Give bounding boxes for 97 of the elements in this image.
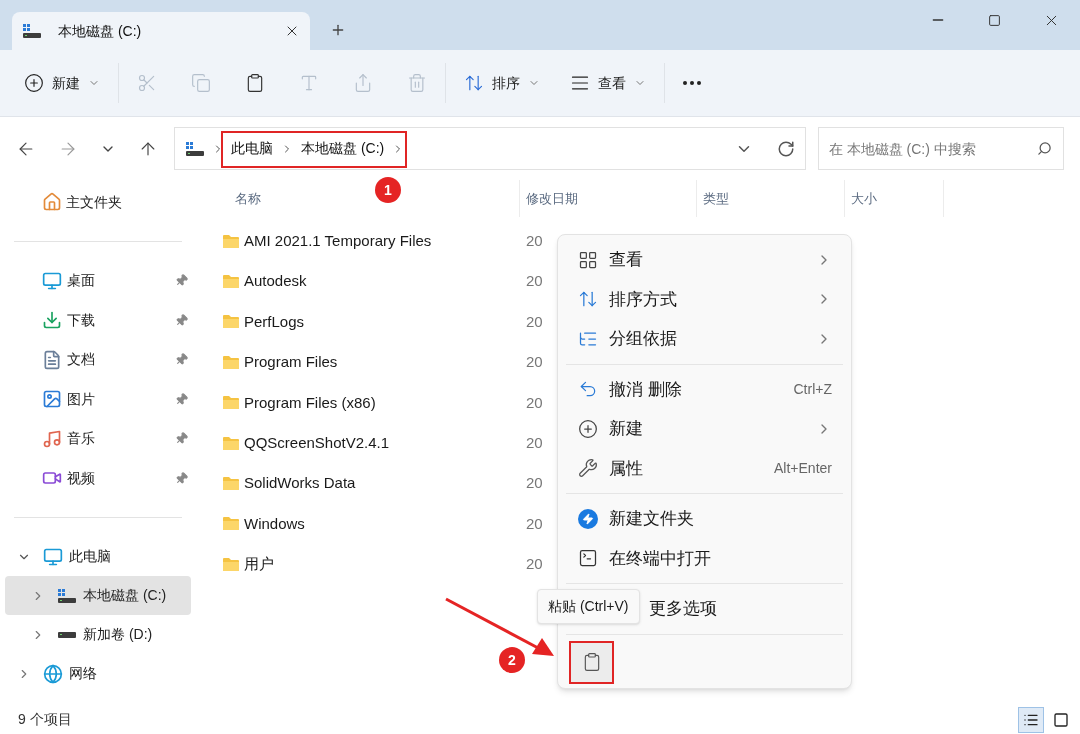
item-count: 9 个项目 (18, 710, 72, 729)
menu-item[interactable]: 属性 Alt+Enter (563, 448, 846, 488)
download-icon (42, 310, 62, 331)
menu-item[interactable]: 新建文件夹 (563, 499, 846, 539)
date-cell-text: 20 (525, 271, 543, 292)
file-row[interactable]: Program Files (220, 351, 520, 374)
tooltip: 粘贴 (Ctrl+V) (537, 589, 640, 624)
add-icon (24, 73, 44, 93)
new-button[interactable]: 新建 (16, 65, 108, 101)
sort-button[interactable]: 排序 (456, 65, 548, 101)
search-icon[interactable] (1037, 141, 1052, 156)
sort-icon (464, 73, 484, 93)
sidebar-item[interactable]: 文档 (0, 340, 196, 380)
folder-icon (222, 476, 240, 492)
file-row[interactable]: Program Files (x86) (220, 391, 520, 414)
trash-icon (407, 73, 427, 93)
date-cell-text: 20 (525, 230, 543, 251)
document-icon (42, 349, 62, 370)
folder-icon (222, 395, 240, 411)
details-view-button[interactable] (1018, 706, 1044, 733)
file-row[interactable]: AMI 2021.1 Temporary Files (220, 229, 520, 253)
folder-icon (222, 516, 240, 532)
terminal-icon (578, 548, 598, 569)
sidebar-item[interactable]: 音乐 (0, 419, 196, 459)
drive-icon (185, 140, 205, 157)
refresh-icon[interactable] (776, 139, 795, 158)
tree-item[interactable]: 此电脑 (5, 537, 191, 576)
date-cell-text: 20 (525, 311, 543, 332)
file-row[interactable]: SolidWorks Data (220, 472, 520, 495)
column-header[interactable]: 大小 (845, 180, 944, 217)
search-field[interactable]: 在 本地磁盘 (C:) 中搜索 (817, 127, 1064, 170)
menu-item[interactable]: 查看 (563, 240, 846, 280)
sidebar-item[interactable]: 桌面 (0, 261, 196, 301)
address-bar[interactable]: 此电脑 本地磁盘 (C:) (174, 127, 806, 170)
breadcrumb-item[interactable]: 本地磁盘 (C:) (301, 138, 385, 159)
drive-icon (22, 23, 42, 39)
file-row[interactable]: 用户 (220, 553, 520, 576)
date-cell-text: 20 (525, 513, 543, 534)
tab[interactable]: 本地磁盘 (C:) (12, 12, 310, 50)
menu-item[interactable]: 分组依据 (563, 319, 846, 359)
annotation-badge: 2 (499, 647, 525, 673)
date-cell-text: 20 (525, 352, 543, 373)
file-row[interactable]: PerfLogs (220, 310, 520, 334)
wrench-icon (578, 458, 598, 479)
add-icon (578, 418, 598, 439)
column-header[interactable]: 类型 (697, 180, 845, 217)
scissors-icon (137, 73, 157, 93)
file-row[interactable]: QQScreenShotV2.4.1 (220, 431, 520, 455)
date-cell-text: 20 (525, 473, 543, 494)
menu-item[interactable]: 排序方式 (563, 279, 846, 319)
date-cell-text: 20 (525, 432, 543, 453)
file-row[interactable]: Autodesk (220, 270, 520, 293)
sidebar-item[interactable]: 下载 (0, 300, 196, 340)
column-header[interactable]: 修改日期 (520, 180, 697, 217)
shortcut-label: Alt+Enter (774, 458, 832, 478)
menu-item[interactable]: 新建 (563, 409, 846, 449)
lightning-icon (578, 508, 598, 529)
sidebar-item[interactable]: 视频 (0, 458, 196, 498)
music-icon (42, 428, 62, 449)
sidebar-item[interactable]: 图片 (0, 379, 196, 419)
paste-button[interactable] (571, 642, 612, 682)
view-button[interactable]: 查看 (562, 65, 654, 101)
sidebar-item[interactable]: 主文件夹 (0, 182, 196, 222)
tree-item[interactable]: 本地磁盘 (C:) (5, 576, 191, 615)
folder-icon (222, 274, 240, 290)
image-icon (42, 389, 62, 410)
annotation-badge: 1 (375, 177, 401, 203)
maximize-icon[interactable] (988, 14, 1001, 27)
breadcrumb-item[interactable]: 此电脑 (231, 138, 273, 159)
home-icon (42, 192, 62, 212)
new-tab-icon[interactable] (330, 22, 346, 38)
date-cell-text: 20 (525, 392, 543, 413)
date-cell-text: 20 (525, 554, 543, 575)
share-icon (353, 73, 373, 93)
copy-icon (191, 73, 211, 93)
monitor-icon (42, 270, 62, 291)
menu-item[interactable]: 撤消 删除 Ctrl+Z (563, 369, 846, 409)
menu-item[interactable]: 在终端中打开 (563, 538, 846, 578)
folder-icon (222, 556, 240, 572)
more-icon (683, 81, 701, 85)
clipboard-icon (245, 73, 265, 93)
folder-icon (222, 314, 240, 330)
globe-icon (43, 663, 63, 684)
grid-icon (578, 249, 598, 270)
text-icon (299, 73, 319, 93)
folder-icon (222, 233, 240, 249)
drive-icon (57, 587, 77, 604)
tab-title: 本地磁盘 (C:) (58, 21, 142, 41)
tree-item[interactable]: 新加卷 (D:) (5, 615, 191, 654)
folder-icon (222, 354, 240, 370)
tree-item[interactable]: 网络 (5, 654, 191, 693)
monitor-icon (43, 546, 63, 567)
file-row[interactable]: Windows (220, 512, 520, 536)
folder-icon (222, 435, 240, 451)
shortcut-label: Ctrl+Z (793, 379, 832, 399)
drive-icon (57, 630, 77, 639)
square-icon (1053, 711, 1069, 728)
